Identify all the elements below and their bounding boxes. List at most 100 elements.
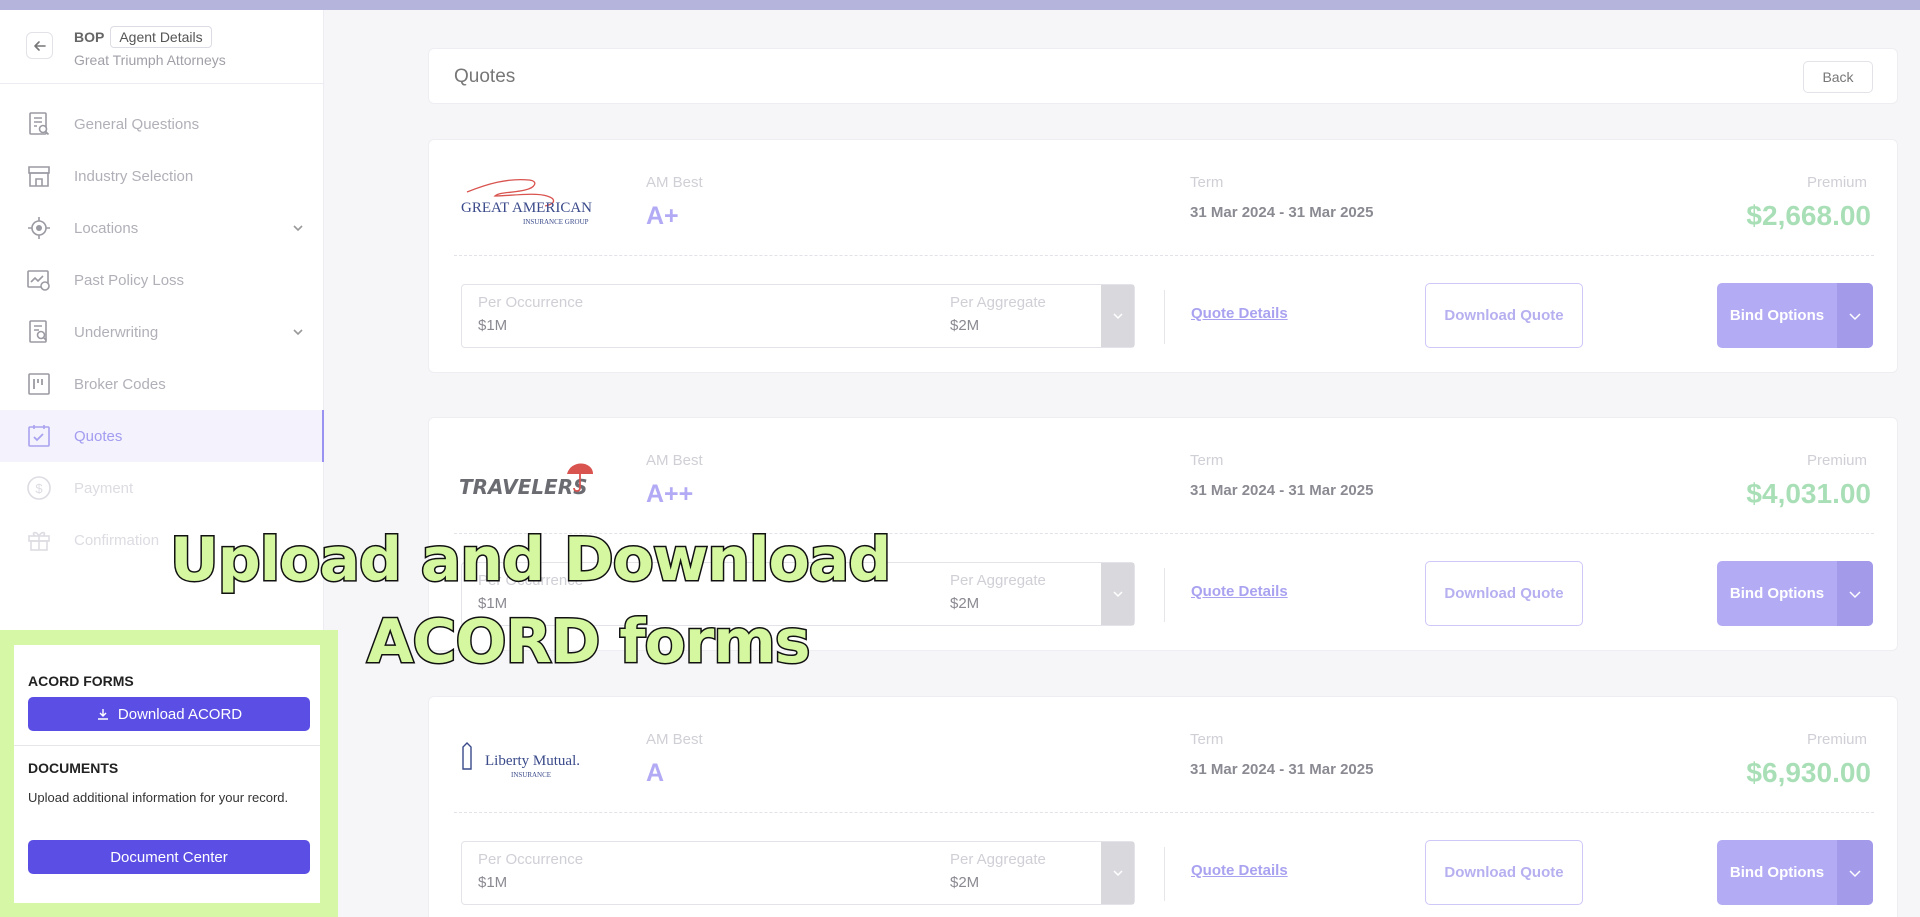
sidebar-item-payment[interactable]: $ Payment xyxy=(0,462,324,514)
document-center-label: Document Center xyxy=(110,848,228,866)
limits-select[interactable]: Per Occurrence $1M Per Aggregate $2M xyxy=(461,841,1135,905)
am-best-rating: A++ xyxy=(646,480,694,508)
am-best-rating: A+ xyxy=(646,202,679,230)
bind-options-button[interactable]: Bind Options xyxy=(1717,283,1873,348)
sidebar-item-general-questions[interactable]: General Questions xyxy=(0,98,324,150)
download-quote-button[interactable]: Download Quote xyxy=(1425,283,1583,348)
per-aggregate-label: Per Aggregate xyxy=(950,294,1046,311)
per-occurrence-label: Per Occurrence xyxy=(478,851,584,868)
term-value: 31 Mar 2024 - 31 Mar 2025 xyxy=(1190,482,1374,499)
bind-options-button[interactable]: Bind Options xyxy=(1717,561,1873,626)
chevron-down-icon xyxy=(1849,869,1861,877)
quote-card: GREAT AMERICAN INSURANCE GROUP AM Best A… xyxy=(428,139,1898,373)
logo-text: GREAT AMERICAN xyxy=(461,200,592,216)
documents-title: DOCUMENTS xyxy=(28,760,119,776)
overlay-caption-line1: Upload and Download xyxy=(168,525,892,595)
location-target-icon xyxy=(28,217,50,239)
per-aggregate-value: $2M xyxy=(950,874,980,891)
limits-select[interactable]: Per Occurrence $1M Per Aggregate $2M xyxy=(461,284,1135,348)
term-label: Term xyxy=(1190,452,1224,469)
term-label: Term xyxy=(1190,731,1224,748)
sidebar-item-label: Confirmation xyxy=(74,531,160,549)
bind-options-dropdown[interactable] xyxy=(1837,840,1873,905)
quote-details-link[interactable]: Quote Details xyxy=(1191,305,1288,322)
quote-details-link[interactable]: Quote Details xyxy=(1191,583,1288,600)
sidebar-item-label: Underwriting xyxy=(74,323,159,341)
logo-text: TRAVELERS xyxy=(459,475,588,499)
download-quote-button[interactable]: Download Quote xyxy=(1425,561,1583,626)
per-occurrence-value: $1M xyxy=(478,874,508,891)
per-aggregate-value: $2M xyxy=(950,595,980,612)
great-american-logo: GREAT AMERICAN INSURANCE GROUP xyxy=(459,170,599,232)
sidebar-item-label: General Questions xyxy=(74,115,200,133)
chevron-down-icon xyxy=(1112,591,1123,598)
document-search-icon xyxy=(29,112,50,136)
chevron-down-icon xyxy=(1112,870,1123,877)
per-aggregate-value: $2M xyxy=(950,317,980,334)
bind-options-button[interactable]: Bind Options xyxy=(1717,840,1873,905)
am-best-rating: A xyxy=(646,759,665,787)
download-acord-label: Download ACORD xyxy=(117,705,243,723)
sidebar-item-label: Industry Selection xyxy=(74,167,194,185)
broker-code-icon xyxy=(28,373,50,395)
download-acord-button[interactable]: Download ACORD xyxy=(28,697,310,731)
limits-dropdown-toggle[interactable] xyxy=(1101,563,1134,625)
storefront-icon xyxy=(28,166,50,187)
dashed-divider xyxy=(454,255,1874,256)
sidebar-item-industry-selection[interactable]: Industry Selection xyxy=(0,150,324,202)
agent-details-badge[interactable]: Agent Details xyxy=(110,26,212,48)
back-arrow-button[interactable] xyxy=(26,32,53,59)
sidebar-item-locations[interactable]: Locations xyxy=(0,202,324,254)
term-value: 31 Mar 2024 - 31 Mar 2025 xyxy=(1190,761,1374,778)
checklist-icon xyxy=(28,425,50,447)
per-occurrence-label: Per Occurrence xyxy=(478,294,584,311)
premium-value: $2,668.00 xyxy=(1746,200,1871,231)
vertical-separator xyxy=(1164,847,1165,901)
sidebar-nav: General Questions Industry Selection Loc… xyxy=(0,98,324,566)
chart-loss-icon xyxy=(27,270,50,291)
sidebar-item-quotes[interactable]: Quotes xyxy=(0,410,324,462)
logo-subtext: INSURANCE xyxy=(511,771,551,779)
dollar-icon: $ xyxy=(27,476,51,500)
sidebar-item-broker-codes[interactable]: Broker Codes xyxy=(0,358,324,410)
travelers-logo: TRAVELERS xyxy=(459,448,599,510)
premium-value: $6,930.00 xyxy=(1746,757,1871,788)
sidebar-item-label: Locations xyxy=(74,219,139,237)
quote-details-link[interactable]: Quote Details xyxy=(1191,862,1288,879)
logo-text: Liberty Mutual. xyxy=(485,753,580,769)
am-best-label: AM Best xyxy=(646,731,703,748)
bind-options-dropdown[interactable] xyxy=(1837,283,1873,348)
sidebar-item-label: Past Policy Loss xyxy=(74,271,185,289)
premium-value: $4,031.00 xyxy=(1746,478,1871,509)
sidebar-header: BOP Agent Details Great Triumph Attorney… xyxy=(0,10,323,84)
limits-dropdown-toggle[interactable] xyxy=(1101,842,1134,904)
dashed-divider xyxy=(454,812,1874,813)
bind-options-label: Bind Options xyxy=(1729,864,1825,881)
per-aggregate-label: Per Aggregate xyxy=(950,572,1046,589)
premium-label: Premium xyxy=(1807,731,1868,748)
product-label: BOP xyxy=(74,29,105,45)
sidebar-item-past-policy-loss[interactable]: Past Policy Loss xyxy=(0,254,324,306)
download-quote-button[interactable]: Download Quote xyxy=(1425,840,1583,905)
vertical-separator xyxy=(1164,290,1165,344)
chevron-down-icon[interactable] xyxy=(290,220,306,236)
quote-card: Liberty Mutual. INSURANCE AM Best A Term… xyxy=(428,696,1898,917)
documents-description: Upload additional information for your r… xyxy=(28,790,289,805)
download-icon xyxy=(97,709,108,720)
liberty-mutual-logo: Liberty Mutual. INSURANCE xyxy=(459,727,599,789)
limits-dropdown-toggle[interactable] xyxy=(1101,285,1134,347)
chevron-down-icon xyxy=(1849,590,1861,598)
document-center-button[interactable]: Document Center xyxy=(28,840,310,874)
premium-label: Premium xyxy=(1807,452,1868,469)
acord-forms-title: ACORD FORMS xyxy=(28,673,134,689)
acord-highlight-panel: ACORD FORMS Download ACORD DOCUMENTS Upl… xyxy=(0,630,338,917)
chevron-down-icon xyxy=(1849,312,1861,320)
back-button[interactable]: Back xyxy=(1803,61,1873,93)
sidebar-item-underwriting[interactable]: Underwriting xyxy=(0,306,324,358)
top-accent-bar xyxy=(0,0,1920,10)
chevron-down-icon[interactable] xyxy=(290,324,306,340)
bind-options-dropdown[interactable] xyxy=(1837,561,1873,626)
vertical-separator xyxy=(1164,568,1165,622)
document-search-icon xyxy=(29,320,48,343)
am-best-label: AM Best xyxy=(646,174,703,191)
